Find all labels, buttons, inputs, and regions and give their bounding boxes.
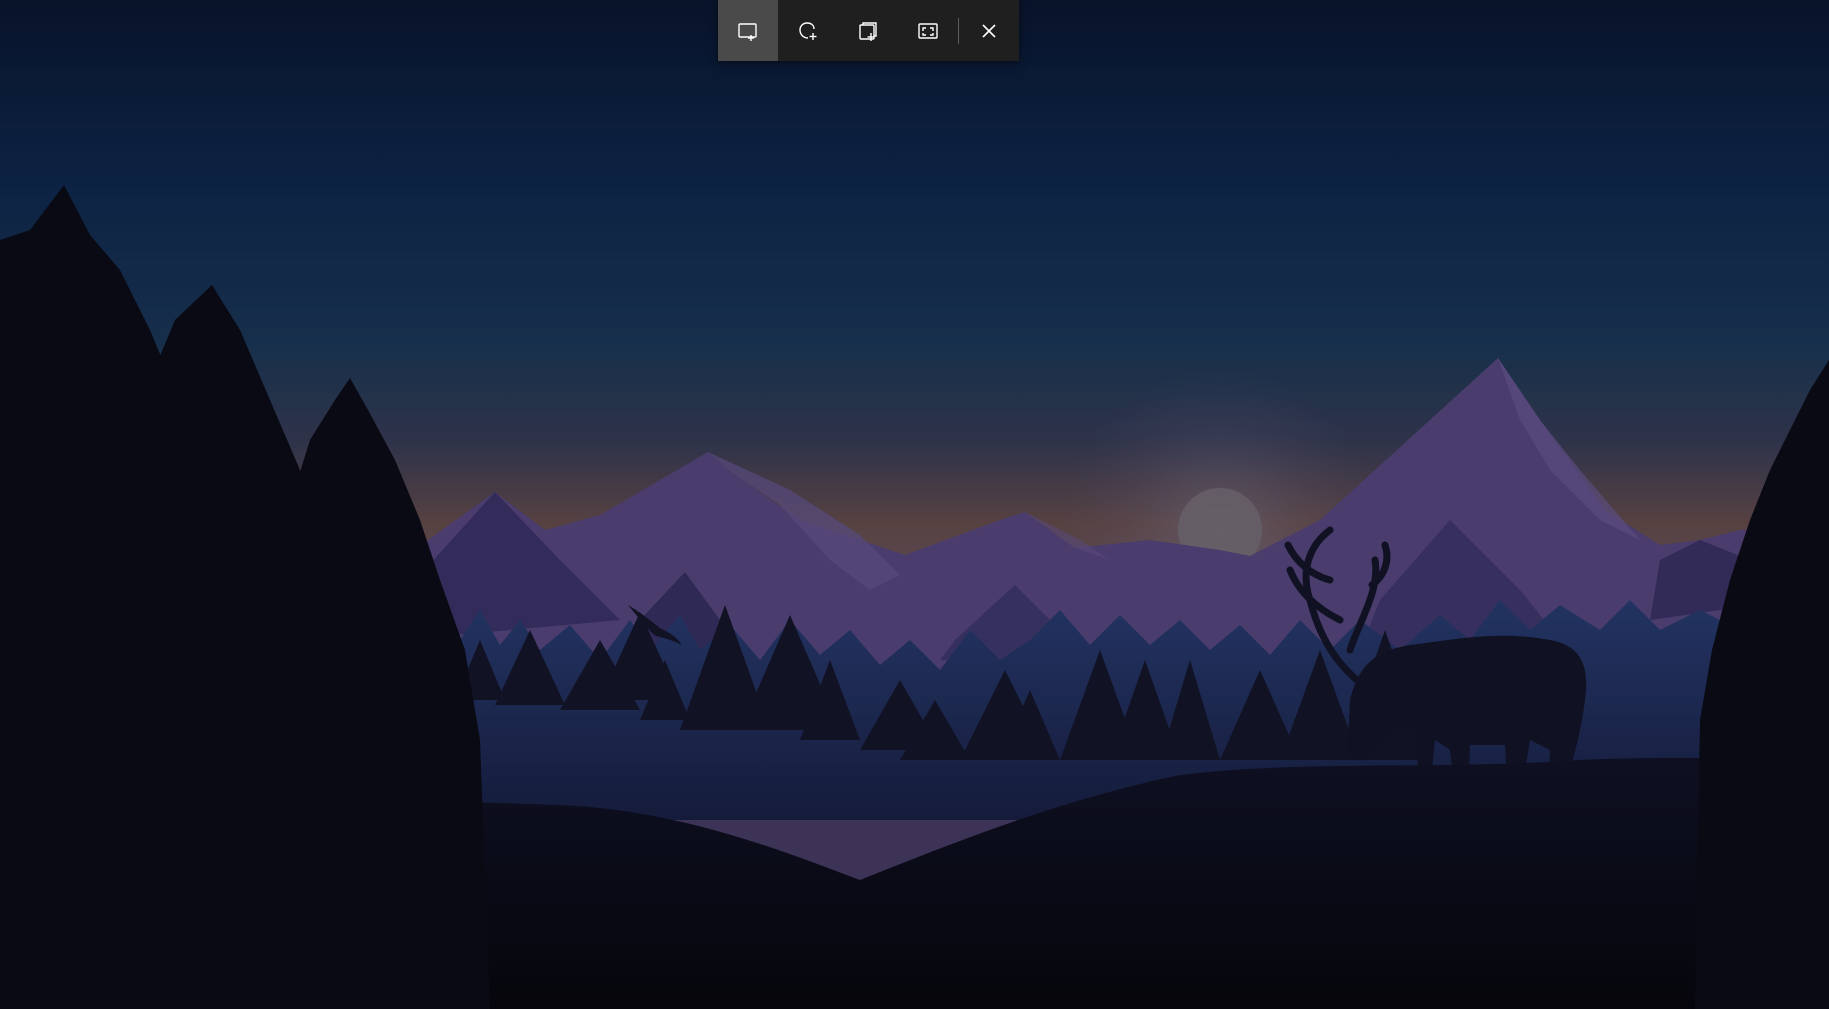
desktop-wallpaper xyxy=(0,0,1829,1009)
rectangular-snip-icon xyxy=(737,20,759,42)
window-snip-icon xyxy=(857,20,879,42)
rectangular-snip-button[interactable] xyxy=(718,0,778,61)
close-icon xyxy=(978,20,1000,42)
close-button[interactable] xyxy=(959,0,1019,61)
snipping-toolbar xyxy=(718,0,1019,61)
fullscreen-snip-icon xyxy=(917,20,939,42)
window-snip-button[interactable] xyxy=(838,0,898,61)
fullscreen-snip-button[interactable] xyxy=(898,0,958,61)
freeform-snip-icon xyxy=(797,20,819,42)
desktop[interactable] xyxy=(0,0,1829,1009)
freeform-snip-button[interactable] xyxy=(778,0,838,61)
